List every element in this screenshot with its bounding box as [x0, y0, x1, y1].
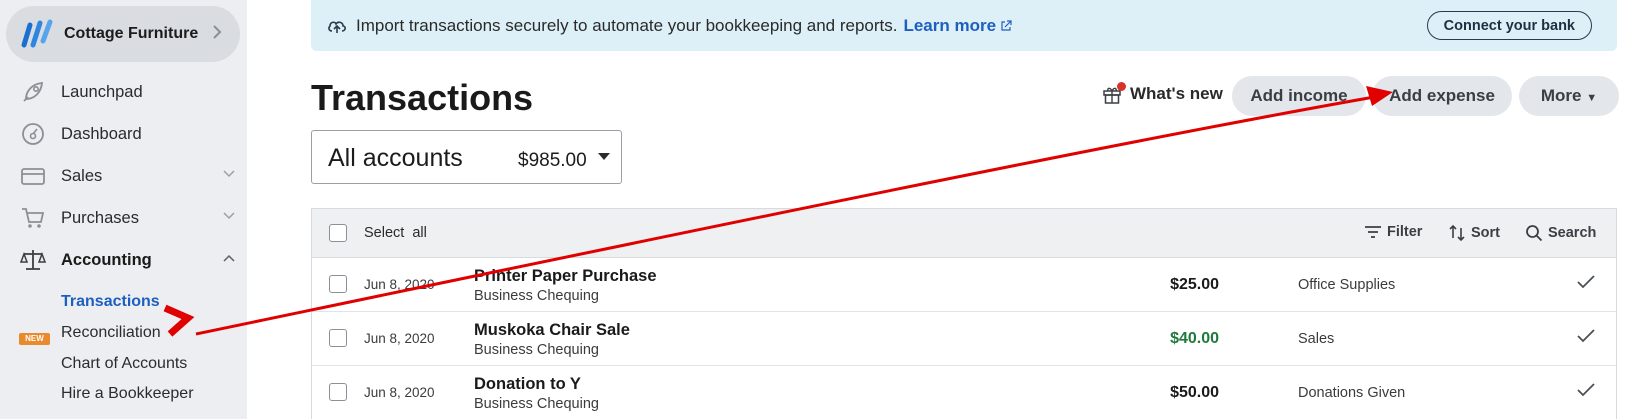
account-name: All accounts: [328, 144, 463, 172]
banner-message: Import transactions securely to automate…: [356, 15, 898, 35]
row-date: Jun 8, 2020: [364, 385, 435, 400]
table-row[interactable]: Jun 8, 2020 Printer Paper Purchase Busin…: [312, 258, 1616, 312]
sidebar-item-label: Accounting: [61, 250, 152, 269]
row-category[interactable]: Office Supplies: [1298, 277, 1395, 293]
caret-down-icon: [598, 153, 610, 160]
caret-down-icon: ▼: [1586, 92, 1598, 104]
filter-button[interactable]: Filter: [1364, 224, 1422, 240]
sidebar-item-accounting[interactable]: Accounting: [20, 245, 235, 275]
filter-icon: [1365, 226, 1381, 238]
more-button[interactable]: More ▼: [1519, 76, 1619, 116]
check-icon[interactable]: [1576, 382, 1596, 398]
add-income-button[interactable]: Add income: [1232, 76, 1366, 116]
table-row[interactable]: Jun 8, 2020 Muskoka Chair Sale Business …: [312, 312, 1616, 366]
sidebar-subitem-reconciliation[interactable]: Reconciliation: [61, 324, 161, 342]
sort-icon: [1449, 224, 1465, 242]
sidebar: Cottage Furniture Launchpad Dashboard Sa…: [0, 0, 247, 419]
external-link-icon: [1001, 19, 1012, 31]
row-checkbox[interactable]: [329, 329, 347, 347]
row-account: Business Chequing: [474, 396, 599, 412]
account-selector[interactable]: All accounts $985.00: [311, 130, 622, 184]
sidebar-item-launchpad[interactable]: Launchpad: [20, 77, 235, 107]
chevron-down-icon: [223, 212, 235, 220]
sidebar-item-label: Sales: [61, 166, 103, 185]
new-badge: NEW: [19, 333, 50, 345]
transactions-table: Select all Filter Sort Search Jun 8, 202…: [311, 208, 1617, 419]
row-checkbox[interactable]: [329, 275, 347, 293]
sales-icon: [20, 163, 46, 189]
account-balance: $985.00: [518, 150, 587, 171]
sort-label: Sort: [1471, 225, 1500, 241]
filter-label: Filter: [1387, 224, 1423, 240]
table-row[interactable]: Jun 8, 2020 Donation to Y Business Chequ…: [312, 366, 1616, 419]
check-icon[interactable]: [1576, 274, 1596, 290]
business-name: Cottage Furniture: [64, 25, 199, 42]
sidebar-item-label: Launchpad: [61, 82, 143, 101]
cart-icon: [20, 205, 46, 231]
check-icon[interactable]: [1576, 328, 1596, 344]
sidebar-item-sales[interactable]: Sales: [20, 161, 235, 191]
more-label: More: [1540, 86, 1582, 105]
select-all-checkbox[interactable]: [329, 224, 347, 242]
sidebar-subitem-chart-of-accounts[interactable]: Chart of Accounts: [61, 355, 187, 373]
chevron-down-icon: [223, 170, 235, 178]
sidebar-subitem-transactions[interactable]: Transactions: [61, 293, 160, 311]
row-category[interactable]: Donations Given: [1298, 385, 1405, 401]
scales-icon: [20, 247, 46, 273]
business-switcher[interactable]: Cottage Furniture: [6, 6, 240, 62]
sort-button[interactable]: Sort: [1448, 224, 1500, 242]
row-description: Printer Paper Purchase: [474, 267, 657, 285]
row-amount: $25.00: [1170, 276, 1219, 293]
search-icon: [1526, 225, 1543, 242]
dashboard-icon: [20, 121, 46, 147]
sidebar-subitem-hire-bookkeeper[interactable]: Hire a Bookkeeper: [61, 385, 194, 403]
wave-logo-icon: [21, 19, 53, 48]
row-amount: $50.00: [1170, 384, 1219, 401]
row-checkbox[interactable]: [329, 383, 347, 401]
row-amount: $40.00: [1170, 330, 1219, 347]
search-label: Search: [1548, 225, 1597, 241]
notification-dot: [1117, 82, 1126, 91]
chevron-up-icon: [223, 254, 235, 262]
sidebar-item-dashboard[interactable]: Dashboard: [20, 119, 235, 149]
chevron-right-icon: [213, 25, 222, 39]
sidebar-item-purchases[interactable]: Purchases: [20, 203, 235, 233]
row-date: Jun 8, 2020: [364, 331, 435, 346]
learn-more-link[interactable]: Learn more: [903, 16, 996, 36]
connect-bank-button[interactable]: Connect your bank: [1426, 11, 1592, 40]
page-title: Transactions: [311, 77, 534, 118]
import-banner: Import transactions securely to automate…: [311, 0, 1617, 51]
row-account: Business Chequing: [474, 342, 599, 358]
sidebar-item-label: Purchases: [61, 208, 139, 227]
whats-new-label: What's new: [1130, 84, 1223, 103]
rocket-icon: [20, 79, 46, 105]
select-all-label: Select all: [364, 225, 427, 241]
search-button[interactable]: Search: [1525, 224, 1596, 242]
whats-new-button[interactable]: What's new: [1102, 82, 1223, 104]
add-expense-button[interactable]: Add expense: [1372, 76, 1512, 116]
table-header: Select all Filter Sort Search: [312, 209, 1616, 258]
row-date: Jun 8, 2020: [364, 277, 435, 292]
row-category[interactable]: Sales: [1298, 331, 1334, 347]
row-description: Muskoka Chair Sale: [474, 321, 630, 339]
row-account: Business Chequing: [474, 288, 599, 304]
cloud-upload-icon: [328, 20, 346, 33]
row-description: Donation to Y: [474, 375, 581, 393]
sidebar-item-label: Dashboard: [61, 124, 142, 143]
